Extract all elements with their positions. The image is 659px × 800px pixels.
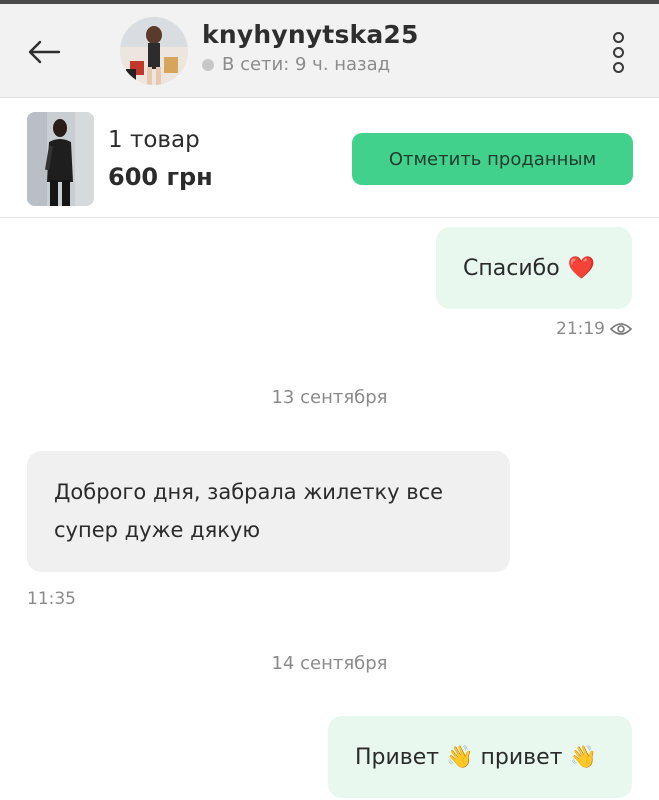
more-options-button[interactable]: [600, 30, 636, 74]
chat-username[interactable]: knyhynytska25: [202, 20, 419, 49]
outgoing-message[interactable]: Привет 👋 привет 👋: [328, 716, 632, 798]
product-photo: [27, 112, 94, 206]
heart-emoji: ❤️: [567, 255, 596, 281]
status-dot-icon: [202, 58, 214, 71]
message-text: Спасибо: [463, 255, 560, 281]
mark-sold-button[interactable]: Отметить проданным: [352, 133, 633, 185]
outgoing-message[interactable]: Спасибо ❤️: [436, 227, 632, 309]
date-separator: 14 сентября: [271, 653, 388, 674]
message-text-line: супер дуже дякую: [54, 518, 261, 542]
online-status: В сети: 9 ч. назад: [202, 54, 390, 75]
product-count: 1 товар: [108, 127, 200, 153]
avatar[interactable]: [120, 17, 188, 85]
avatar-illustration: [120, 17, 188, 85]
product-price: 600 грн: [108, 163, 213, 191]
more-dot-icon: [612, 31, 624, 43]
back-button[interactable]: [22, 30, 66, 74]
message-text-line: Доброго дня, забрала жилетку все: [54, 480, 444, 504]
date-separator: 13 сентября: [271, 387, 388, 408]
chat-messages[interactable]: Спасибо ❤️ 21:19 13 сентября Доброго дня…: [0, 219, 659, 800]
more-dot-icon: [612, 61, 624, 73]
product-summary-bar: 1 товар 600 грн Отметить проданным: [0, 99, 659, 218]
message-text: Привет 👋 привет 👋: [355, 744, 597, 770]
arrow-left-icon: [28, 40, 61, 64]
product-thumbnail[interactable]: [27, 112, 94, 206]
message-time: 21:19: [556, 319, 605, 339]
chat-header: knyhynytska25 В сети: 9 ч. назад: [0, 4, 659, 98]
status-text: В сети: 9 ч. назад: [222, 54, 391, 75]
incoming-message[interactable]: Доброго дня, забрала жилетку все супер д…: [27, 451, 510, 572]
seen-eye-icon: [610, 323, 632, 335]
message-time: 11:35: [27, 589, 76, 609]
more-dot-icon: [612, 46, 624, 58]
